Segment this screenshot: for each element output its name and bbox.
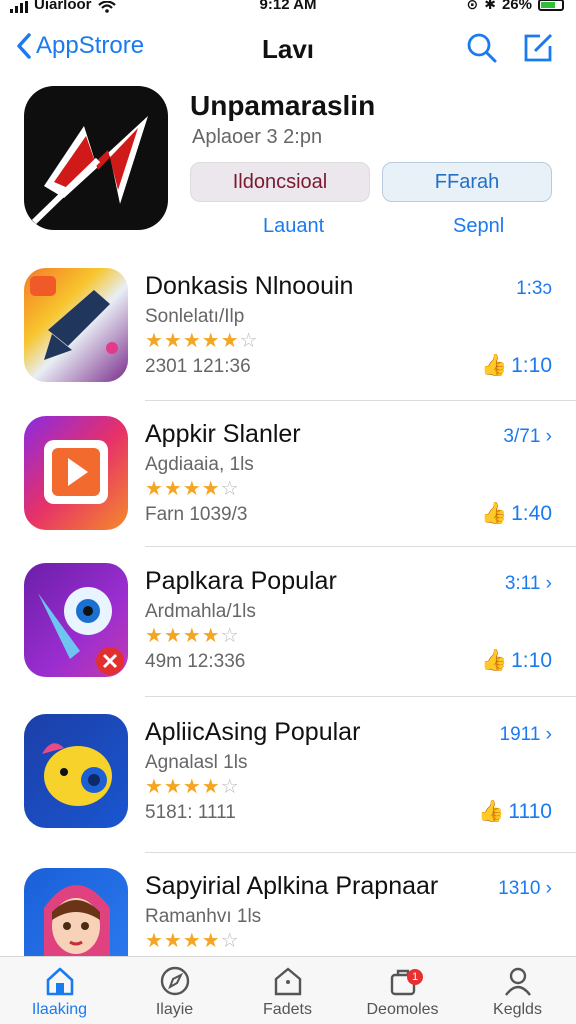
featured-app-icon[interactable] xyxy=(24,86,168,230)
tab-label: Ilayie xyxy=(155,1001,194,1018)
download-count: 1:10 xyxy=(511,354,552,377)
app-count: 1310 › xyxy=(498,878,552,899)
featured-link-left[interactable]: Lauant xyxy=(263,215,324,238)
tab-label: Fadets xyxy=(263,1001,312,1018)
app-icon xyxy=(24,714,128,828)
thumbs-up-icon: 👍 xyxy=(480,649,508,672)
star-rating: ★★★★★☆ xyxy=(145,330,259,352)
star-rating: ★★★★☆ xyxy=(145,776,240,798)
app-meta: 49m 12:336 xyxy=(145,651,246,672)
app-meta: Farn 1039/3 xyxy=(145,504,248,525)
tab-today[interactable]: Ilayie xyxy=(117,965,232,1019)
download-button[interactable]: 👍 1110 xyxy=(478,800,552,824)
app-name: Appkir Slanler xyxy=(145,420,301,448)
download-button[interactable]: 👍 1:10 xyxy=(481,649,552,673)
app-count: 1911 › xyxy=(499,724,552,745)
app-icon xyxy=(24,563,128,677)
app-icon xyxy=(24,416,128,530)
app-icon xyxy=(24,268,128,382)
person-icon xyxy=(504,967,531,996)
tab-bar: Ilaaking Ilayie Fadets 1 Deomoles Keglds xyxy=(0,956,576,1024)
featured-link-right[interactable]: Sepnl xyxy=(453,215,504,238)
battery-percent: 26% xyxy=(501,0,532,13)
compose-icon[interactable] xyxy=(522,32,554,64)
app-category: Agnalasl 1ls xyxy=(145,752,248,773)
app-count: 1:3ɔ xyxy=(516,278,552,299)
app-category: Sonlelatı/Ilp xyxy=(145,306,245,327)
star-rating: ★★★★☆ xyxy=(145,478,240,500)
app-name: ApliicAsing Popular xyxy=(145,718,361,746)
download-button[interactable]: 👍 1:40 xyxy=(481,502,552,526)
app-name: Paplkara Popular xyxy=(145,567,337,595)
tab-account[interactable]: Keglds xyxy=(460,965,575,1019)
thumbs-up-icon: 👍 xyxy=(480,354,508,377)
bluetooth-icon: ✱ xyxy=(484,0,496,12)
download-count: 1:40 xyxy=(511,502,552,525)
download-count: 1:10 xyxy=(511,649,552,672)
app-name: Sapyirial Aplkina Prapnaar xyxy=(145,872,439,900)
tab-ranking[interactable]: Ilaaking xyxy=(2,965,117,1019)
list-item[interactable]: Donkasis Nlnoouin Sonlelatı/Ilp ★★★★★☆ 2… xyxy=(0,268,576,416)
get-button[interactable]: Ildoncsioal xyxy=(190,162,370,202)
list-item[interactable]: Paplkara Popular Ardmahla/1ls ★★★★☆ 49m … xyxy=(0,563,576,711)
tab-favorites[interactable]: Fadets xyxy=(230,965,345,1019)
app-meta: 2301 121:36 xyxy=(145,356,251,377)
divider xyxy=(145,696,576,697)
tab-label: Ilaaking xyxy=(31,1001,88,1018)
featured-app-title: Unpamaraslin xyxy=(190,90,376,121)
divider xyxy=(145,400,576,401)
download-count: 1110 xyxy=(508,800,552,823)
app-category: Agdiaaia, 1ls xyxy=(145,454,254,475)
app-count: 3:11 › xyxy=(504,573,552,594)
app-category: Ramanhvı 1ls xyxy=(145,906,262,927)
list-item[interactable]: ApliicAsing Popular Agnalasl 1ls ★★★★☆ 5… xyxy=(0,714,576,862)
share-button[interactable]: FFarah xyxy=(382,162,552,202)
bookmark-icon xyxy=(274,967,301,996)
thumbs-up-icon: 👍 xyxy=(478,800,505,823)
app-meta: 5181: 1111 xyxy=(145,802,236,823)
battery-icon xyxy=(538,0,564,11)
app-category: Ardmahla/1ls xyxy=(145,601,256,622)
list-item[interactable]: Appkir Slanler Agdiaaia, 1ls ★★★★☆ Farn … xyxy=(0,416,576,564)
house-icon xyxy=(46,967,73,996)
download-button[interactable]: 👍 1:10 xyxy=(481,354,552,378)
divider xyxy=(145,546,576,547)
thumbs-up-icon: 👍 xyxy=(480,502,508,525)
notification-badge: 1 xyxy=(407,969,423,985)
app-name: Donkasis Nlnoouin xyxy=(145,272,354,300)
tab-label: Deomoles xyxy=(366,1001,439,1018)
featured-app-subtitle: Aplaoer 3 2:pn xyxy=(192,126,323,148)
lock-rotation-icon: ⊙ xyxy=(466,0,479,12)
star-rating: ★★★★☆ xyxy=(145,930,240,952)
status-bar: Uiarloor 9:12 AM ⊙ ✱ 26% xyxy=(0,0,576,14)
divider xyxy=(145,852,576,853)
navigation-bar: AppStrore Lavı xyxy=(0,26,576,74)
search-icon[interactable] xyxy=(466,32,498,64)
star-rating: ★★★★☆ xyxy=(145,625,240,647)
compass-icon xyxy=(160,966,189,996)
app-count: 3/71 › xyxy=(503,426,552,447)
tab-label: Keglds xyxy=(493,1001,542,1018)
tab-updates[interactable]: 1 Deomoles xyxy=(345,965,460,1019)
